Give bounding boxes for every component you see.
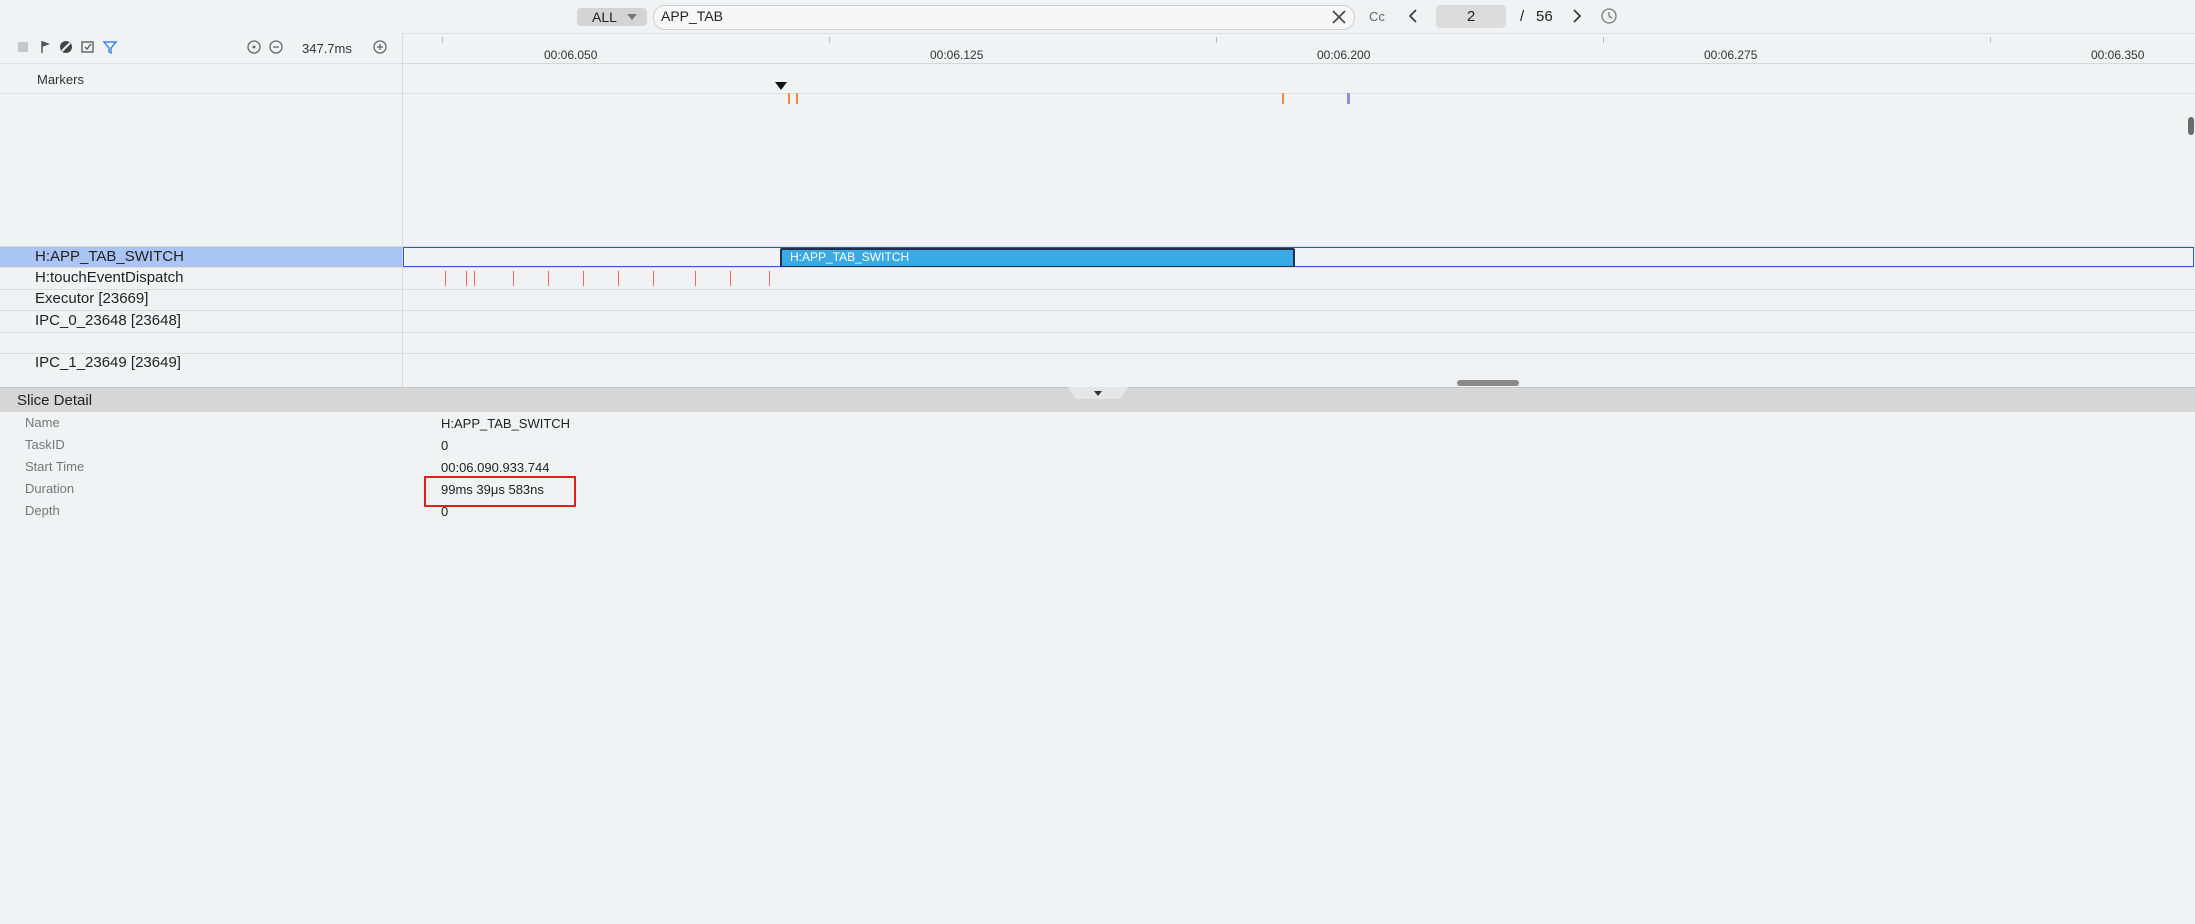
ruler-tick [1990,37,1991,43]
ruler-tick [442,37,443,43]
current-marker-icon[interactable] [775,82,787,90]
track-lane-selected[interactable] [403,247,2194,267]
chevron-down-icon [627,14,637,20]
detail-panel-title: Slice Detail [17,392,93,409]
history-icon[interactable] [1600,7,1618,25]
track-label[interactable]: H:APP_TAB_SWITCH [35,248,184,265]
block-icon[interactable] [58,39,74,55]
detail-key-duration: Duration [25,481,75,496]
close-icon[interactable] [1329,7,1349,27]
track-label[interactable]: IPC_0_23648 [23648] [35,312,181,329]
track-label[interactable]: H:touchEventDispatch [35,269,183,286]
chevron-right-icon[interactable] [1570,7,1584,25]
markers-row [0,63,2195,94]
ruler-tick [829,37,830,43]
row-divider [0,332,2195,333]
event-tick[interactable] [445,271,446,286]
markers-label: Markers [37,72,84,87]
ruler-tick-label: 00:06.350 [2091,48,2145,62]
event-tick[interactable] [583,271,584,286]
match-case-button[interactable]: Cc [1369,9,1385,24]
filter-icon[interactable] [102,39,118,55]
marker-tick[interactable] [796,93,798,104]
search-input[interactable] [653,5,1355,30]
event-tick[interactable] [474,271,475,286]
ruler-tick [1216,37,1217,43]
ruler-tick-label: 00:06.200 [1317,48,1371,62]
detail-value-name: H:APP_TAB_SWITCH [441,416,571,431]
square-icon[interactable] [15,39,31,55]
event-tick[interactable] [548,271,549,286]
ruler-tick-label: 00:06.125 [930,48,984,62]
result-separator: / [1520,8,1525,25]
marker-tick[interactable] [788,93,790,104]
event-tick[interactable] [466,271,467,286]
marker-tick[interactable] [1347,93,1350,104]
chevron-left-icon[interactable] [1406,7,1420,25]
ruler-tick-label: 00:06.050 [544,48,598,62]
zoom-level: 347.7ms [302,41,352,56]
event-tick[interactable] [618,271,619,286]
slice-bar-label: H:APP_TAB_SWITCH [790,250,910,264]
zoom-reset-icon[interactable] [246,39,262,55]
ruler-tick [1603,37,1604,43]
detail-key-depth: Depth [25,503,60,518]
collapse-toggle-icon[interactable] [1068,387,1128,399]
row-divider [0,289,2195,290]
detail-value-depth: 0 [441,504,449,519]
vertical-scrollbar-thumb[interactable] [2188,117,2194,135]
track-label[interactable]: IPC_1_23649 [23649] [35,354,181,371]
detail-key-name: Name [25,415,60,430]
flag-icon[interactable] [38,39,54,55]
ruler-tick-label: 00:06.275 [1704,48,1758,62]
event-tick[interactable] [513,271,514,286]
track-label[interactable]: Executor [23669] [35,290,148,307]
time-ruler[interactable] [402,33,2195,64]
marker-tick[interactable] [1282,93,1284,104]
snapshot-icon[interactable] [80,39,96,55]
detail-key-start-time: Start Time [25,459,85,474]
scope-dropdown-label: ALL [592,9,617,25]
result-total: 56 [1536,8,1553,25]
zoom-in-icon[interactable] [372,39,388,55]
scope-dropdown[interactable]: ALL [577,8,647,26]
current-result-input[interactable]: 2 [1436,5,1506,28]
detail-value-start-time: 00:06.090.933.744 [441,460,550,475]
zoom-out-icon[interactable] [268,39,284,55]
detail-key-taskid: TaskID [25,437,65,452]
duration-highlight-box [424,476,576,507]
search-input-value: APP_TAB [661,8,723,24]
row-divider [0,353,2195,354]
event-tick[interactable] [769,271,770,286]
horizontal-scrollbar-thumb[interactable] [1457,380,1519,386]
row-divider [0,310,2195,311]
row-divider [0,267,2195,268]
event-tick[interactable] [653,271,654,286]
event-tick[interactable] [695,271,696,286]
detail-value-taskid: 0 [441,438,449,453]
event-tick[interactable] [730,271,731,286]
